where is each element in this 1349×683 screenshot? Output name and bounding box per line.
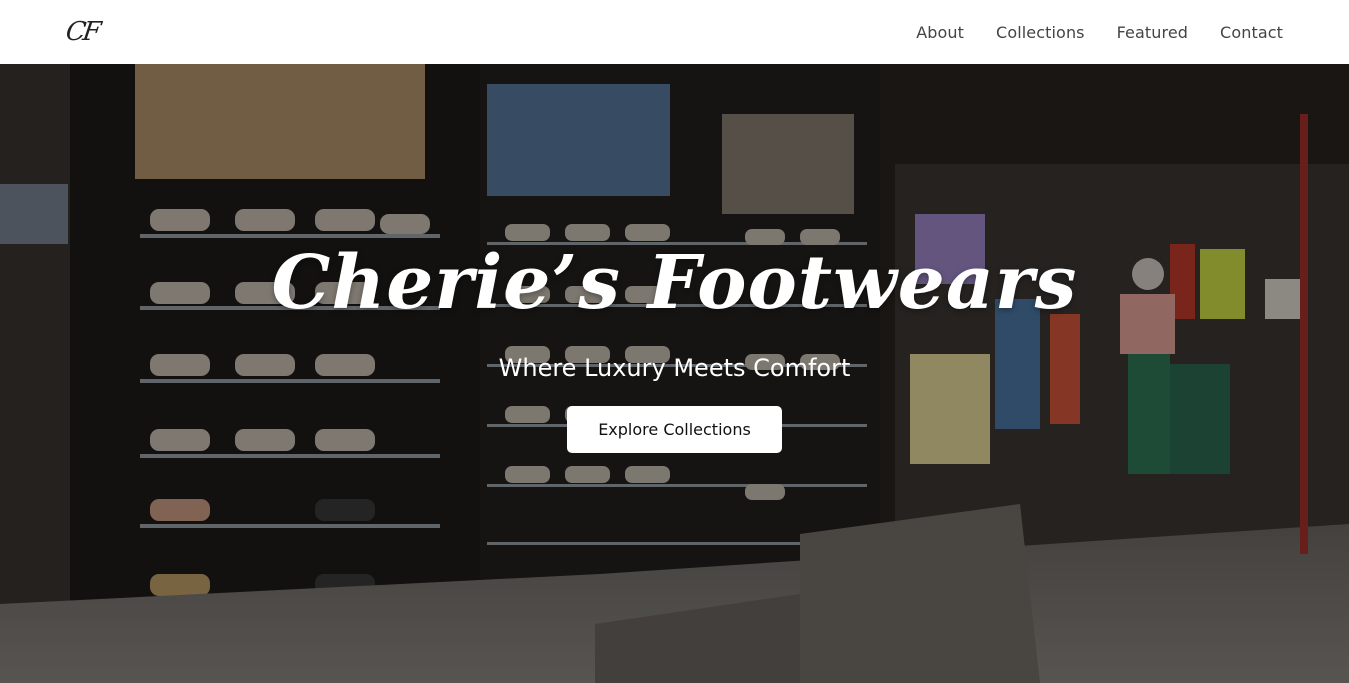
nav-links: About Collections Featured Contact <box>916 23 1283 42</box>
hero-content: Cherie’s Footwears Where Luxury Meets Co… <box>0 64 1349 683</box>
nav-link-featured[interactable]: Featured <box>1117 23 1188 42</box>
nav-link-contact[interactable]: Contact <box>1220 23 1283 42</box>
hero-subtitle: Where Luxury Meets Comfort <box>498 354 851 382</box>
navbar: CF About Collections Featured Contact <box>0 0 1349 64</box>
nav-link-collections[interactable]: Collections <box>996 23 1085 42</box>
hero-section: Cherie’s Footwears Where Luxury Meets Co… <box>0 64 1349 683</box>
nav-link-about[interactable]: About <box>916 23 964 42</box>
explore-collections-button[interactable]: Explore Collections <box>567 406 782 453</box>
hero-title: Cherie’s Footwears <box>271 240 1078 326</box>
brand-logo[interactable]: CF <box>64 17 100 47</box>
